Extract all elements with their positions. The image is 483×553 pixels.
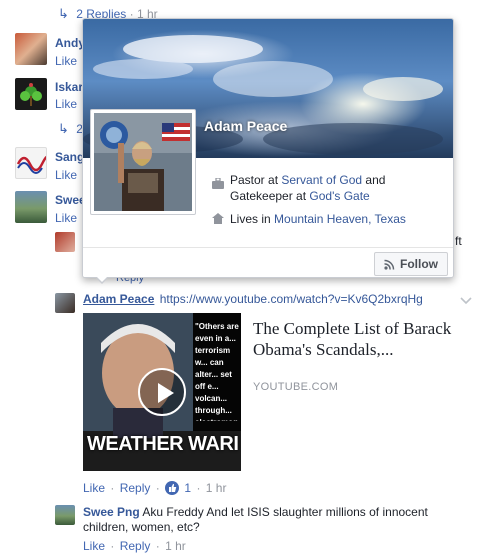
follow-button[interactable]: Follow: [374, 252, 448, 276]
dot-separator: ·: [110, 481, 115, 495]
work-info: Pastor at Servant of God and Gatekeeper …: [230, 172, 445, 204]
avatar[interactable]: [55, 293, 75, 313]
like-link[interactable]: Like: [83, 481, 105, 495]
comment-options-chevron-icon[interactable]: [460, 294, 472, 308]
profile-name[interactable]: Adam Peace: [204, 118, 287, 134]
reply-link[interactable]: Reply: [120, 539, 151, 553]
briefcase-icon: [212, 177, 224, 192]
reply-comment-body: Swee Png Aku Freddy And let ISIS slaught…: [83, 505, 428, 535]
thumbnail-caption: WEATHER WARI: [87, 433, 239, 455]
preview-title[interactable]: The Complete List of Barack Obama's Scan…: [253, 318, 463, 360]
lives-info: Lives in Mountain Heaven, Texas: [230, 211, 406, 227]
reaction-count[interactable]: 1: [184, 481, 191, 495]
dot-separator: ·: [155, 481, 160, 495]
avatar[interactable]: [55, 505, 75, 525]
dot-separator: ·: [155, 539, 160, 553]
link-preview[interactable]: "Others are even in a... terrorism w... …: [83, 313, 463, 471]
comment-author[interactable]: Sang: [55, 150, 84, 164]
preview-domain: YOUTUBE.COM: [253, 381, 339, 393]
reply-arrow-icon: ↳: [58, 6, 69, 21]
profile-picture[interactable]: [90, 109, 196, 215]
work-role: Gatekeeper at: [230, 189, 310, 203]
comment-time: 1 hr: [165, 539, 186, 553]
dot-separator: ·: [196, 481, 201, 495]
comment-url-link[interactable]: https://www.youtube.com/watch?v=Kv6Q2bxr…: [160, 292, 423, 306]
comment-text-continued: children, women, etc?: [83, 520, 200, 534]
avatar[interactable]: [15, 33, 47, 65]
lives-prefix: Lives in: [230, 212, 275, 226]
avatar[interactable]: [15, 147, 47, 179]
plant-icon: [20, 83, 42, 106]
workplace-link[interactable]: Servant of God: [281, 173, 362, 187]
like-link[interactable]: Like: [55, 168, 77, 182]
avatar[interactable]: [15, 191, 47, 223]
reply-arrow-icon: ↳: [58, 121, 69, 136]
play-button-icon[interactable]: [138, 368, 186, 416]
video-thumbnail[interactable]: "Others are even in a... terrorism w... …: [83, 313, 241, 471]
comment-author[interactable]: Swee Png: [83, 505, 140, 519]
replies-row[interactable]: ↳ 2: [58, 121, 83, 137]
like-link[interactable]: Like: [83, 539, 105, 553]
like-link[interactable]: Like: [55, 211, 77, 225]
comment-time: 1 hr: [205, 481, 227, 495]
home-icon: [212, 213, 224, 227]
workplace-link[interactable]: God's Gate: [309, 189, 369, 203]
comment-author[interactable]: Adam Peace: [83, 292, 154, 306]
comment-actions: Like · Reply · 1 · 1 hr: [83, 481, 228, 495]
comment-actions: Like · Reply · 1 hr: [83, 539, 188, 553]
wave-logo-icon: [16, 156, 46, 174]
warrior-portrait: [94, 113, 192, 211]
dot-separator: ·: [110, 539, 115, 553]
reply-link[interactable]: Reply: [120, 481, 151, 495]
avatar[interactable]: [55, 232, 75, 252]
profile-hover-card: Adam Peace Pastor at Servant of God and …: [82, 18, 454, 278]
comment-text: Aku Freddy And let ISIS slaughter millio…: [142, 505, 428, 519]
avatar[interactable]: [15, 78, 47, 110]
work-role: Pastor at: [230, 173, 282, 187]
card-footer: Follow: [83, 247, 453, 277]
card-pointer-fill: [96, 276, 108, 282]
like-reaction-icon[interactable]: [165, 481, 180, 495]
thumbnail-side-text: "Others are even in a... terrorism w... …: [195, 322, 241, 421]
like-link[interactable]: Like: [55, 97, 77, 111]
comment-author[interactable]: Iskar: [55, 80, 83, 94]
comment-author[interactable]: Andy: [55, 36, 85, 50]
work-conjunction: and: [362, 173, 386, 187]
truncated-text: ft: [455, 234, 462, 248]
location-link[interactable]: Mountain Heaven, Texas: [274, 212, 406, 226]
comment-body: Adam Peace https://www.youtube.com/watch…: [83, 292, 423, 306]
follow-label: Follow: [400, 257, 438, 271]
rss-icon: [384, 259, 395, 270]
like-link[interactable]: Like: [55, 54, 77, 68]
